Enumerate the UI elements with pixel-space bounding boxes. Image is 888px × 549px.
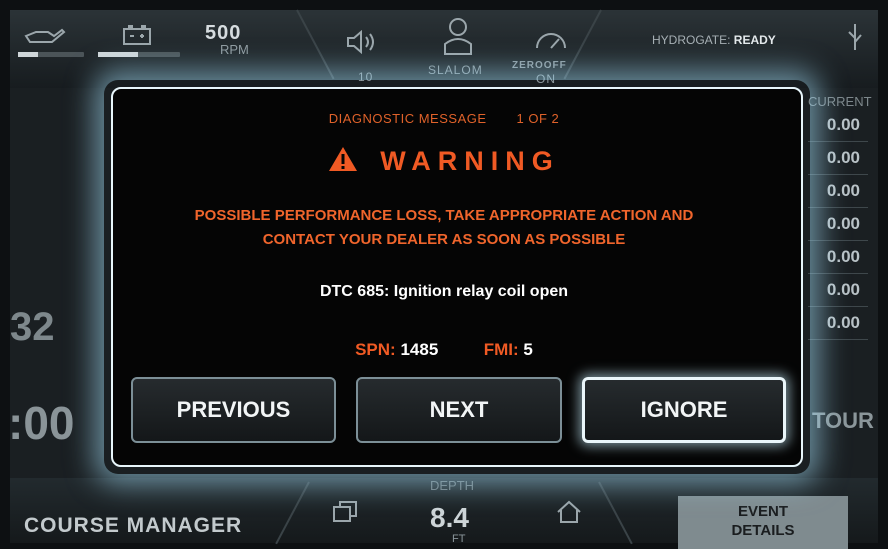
battery-icon [122,24,152,51]
fmi-label: FMI: [483,340,519,359]
home-icon[interactable] [555,500,583,529]
course-manager-button[interactable]: COURSE MANAGER [24,514,242,538]
next-button[interactable]: NEXT [356,377,562,443]
event-details-button[interactable]: EVENT DETAILS [678,496,848,549]
spn-label: SPN: [355,340,396,359]
current-title: CURRENT [808,94,872,109]
speedometer-icon[interactable] [533,28,569,57]
mode-label[interactable]: SLALOM [428,63,483,77]
warning-triangle-icon [328,146,358,177]
fmi-value: 5 [523,340,533,359]
oil-gauge [18,52,84,57]
spn-fmi-row: SPN: 1485 FMI: 5 [0,340,888,360]
left-time-readout: :00 [8,397,75,449]
depth-value: 8.4 [430,502,469,533]
warning-message-line2: CONTACT YOUR DEALER AS SOON AS POSSIBLE [262,231,626,248]
hydrogate-status: HYDROGATE: READY [652,33,776,47]
event-details-line1: EVENT [737,503,788,520]
zero-off-label: ZEROOFF [512,60,567,71]
diagnostic-header: DIAGNOSTIC MESSAGE 1 OF 2 [0,111,888,126]
warning-message: POSSIBLE PERFORMANCE LOSS, TAKE APPROPRI… [0,204,888,252]
current-value: 0.00 [808,307,868,340]
oil-can-icon [22,26,66,51]
warning-title-row: WARNING [0,146,888,177]
dtc-message: DTC 685: Ignition relay coil open [319,283,569,300]
depth-label: DEPTH [430,478,475,493]
diagnostic-page-indicator: 1 OF 2 [516,111,560,126]
tour-label[interactable]: TOUR [812,408,874,434]
warning-message-line1: POSSIBLE PERFORMANCE LOSS, TAKE APPROPRI… [194,207,694,224]
event-details-line2: DETAILS [731,522,795,539]
screens-icon[interactable] [332,500,358,529]
rpm-unit: RPM [220,42,249,57]
diagnostic-header-label: DIAGNOSTIC MESSAGE [328,111,487,126]
usb-icon [846,22,864,57]
warning-title: WARNING [380,146,560,176]
driver-icon[interactable] [443,16,473,61]
speaker-icon[interactable] [345,29,379,59]
battery-gauge [98,52,180,57]
previous-button[interactable]: PREVIOUS [131,377,336,443]
ignore-button[interactable]: IGNORE [582,377,786,443]
spn-value: 1485 [400,340,439,359]
depth-unit: FT [452,533,466,545]
